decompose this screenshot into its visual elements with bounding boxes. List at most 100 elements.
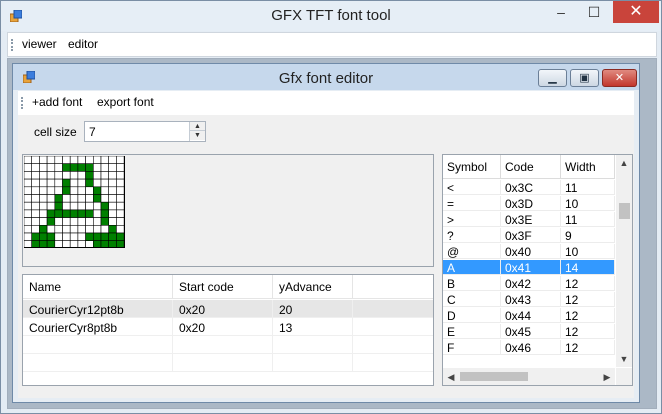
glyph-pixel-off[interactable]: [108, 156, 117, 164]
export-font-button[interactable]: export font: [97, 95, 154, 109]
glyph-pixel-off[interactable]: [100, 156, 109, 164]
glyph-pixel-off[interactable]: [69, 186, 79, 195]
glyph-pixel-off[interactable]: [77, 156, 86, 164]
glyph-pixel-off[interactable]: [54, 225, 63, 234]
glyph-pixel-off[interactable]: [24, 209, 32, 218]
glyph-pixel-off[interactable]: [39, 163, 48, 172]
glyph-pixel-off[interactable]: [77, 232, 86, 241]
glyph-pixel-off[interactable]: [46, 225, 56, 234]
glyph-pixel-off[interactable]: [100, 225, 109, 234]
glyph-pixel-off[interactable]: [85, 217, 94, 226]
glyph-pixel-off[interactable]: [24, 178, 32, 188]
glyph-pixel-off[interactable]: [46, 171, 56, 180]
glyph-pixel-off[interactable]: [24, 232, 32, 241]
glyph-pixel-off[interactable]: [31, 194, 40, 203]
glyph-pixel-off[interactable]: [116, 163, 124, 172]
glyph-pixel-off[interactable]: [39, 178, 48, 188]
cell-size-stepper[interactable]: 7 ▲ ▼: [84, 121, 206, 142]
glyph-pixel-off[interactable]: [85, 201, 94, 211]
glyph-pixel-off[interactable]: [77, 178, 86, 188]
glyph-pixel-off[interactable]: [69, 232, 79, 241]
glyph-pixel-off[interactable]: [62, 232, 71, 241]
glyph-pixel-off[interactable]: [46, 156, 56, 164]
glyph-pixel-off[interactable]: [116, 201, 124, 211]
glyph-pixel-on[interactable]: [100, 240, 109, 248]
glyph-pixel-off[interactable]: [69, 201, 79, 211]
glyph-pixel-on[interactable]: [100, 209, 109, 218]
glyph-pixel-off[interactable]: [62, 225, 71, 234]
editor-menu-grip-icon[interactable]: [21, 97, 23, 109]
glyph-pixel-off[interactable]: [24, 225, 32, 234]
close-button[interactable]: ✕: [613, 1, 659, 23]
scroll-right-icon[interactable]: ▶: [599, 369, 615, 385]
scroll-down-icon[interactable]: ▼: [616, 351, 632, 367]
glyph-pixel-off[interactable]: [39, 217, 48, 226]
glyph-pixel-on[interactable]: [39, 232, 48, 241]
glyph-pixel-off[interactable]: [31, 225, 40, 234]
glyph-pixel-off[interactable]: [116, 217, 124, 226]
glyph-pixel-off[interactable]: [54, 156, 63, 164]
vertical-scrollbar[interactable]: ▲ ▼: [616, 155, 632, 367]
glyph-pixel-on[interactable]: [54, 194, 63, 203]
symbol-row[interactable]: = 0x3D 10: [443, 196, 615, 211]
minimize-button[interactable]: –: [547, 1, 575, 23]
glyph-pixel-off[interactable]: [85, 186, 94, 195]
scroll-left-icon[interactable]: ◀: [443, 369, 459, 385]
glyph-pixel-off[interactable]: [100, 171, 109, 180]
glyph-pixel-off[interactable]: [39, 156, 48, 164]
glyph-pixel-off[interactable]: [39, 194, 48, 203]
editor-title-bar[interactable]: Gfx font editor ▁ ▣ ✕: [13, 64, 639, 90]
menu-item-editor[interactable]: editor: [68, 37, 98, 51]
glyph-pixel-off[interactable]: [39, 186, 48, 195]
glyph-pixel-on[interactable]: [31, 240, 40, 248]
glyph-pixel-on[interactable]: [62, 163, 71, 172]
glyph-pixel-off[interactable]: [24, 171, 32, 180]
glyph-pixel-off[interactable]: [31, 178, 40, 188]
glyph-pixel-off[interactable]: [108, 171, 117, 180]
glyph-pixel-on[interactable]: [100, 217, 109, 226]
glyph-pixel-on[interactable]: [108, 232, 117, 241]
glyph-pixel-off[interactable]: [39, 201, 48, 211]
editor-minimize-button[interactable]: ▁: [538, 69, 567, 87]
glyph-pixel-off[interactable]: [46, 194, 56, 203]
glyph-pixel-on[interactable]: [39, 240, 48, 248]
horizontal-scrollbar[interactable]: ◀ ▶: [443, 368, 615, 385]
glyph-pixel-off[interactable]: [39, 209, 48, 218]
glyph-pixel-off[interactable]: [69, 194, 79, 203]
glyph-pixel-off[interactable]: [54, 240, 63, 248]
glyph-pixel-off[interactable]: [77, 217, 86, 226]
glyph-pixel-off[interactable]: [69, 156, 79, 164]
glyph-pixel-off[interactable]: [24, 201, 32, 211]
glyph-pixel-off[interactable]: [116, 225, 124, 234]
glyph-pixel-off[interactable]: [24, 240, 32, 248]
glyph-pixel-on[interactable]: [93, 240, 102, 248]
glyph-pixel-on[interactable]: [54, 209, 63, 218]
glyph-pixel-off[interactable]: [31, 217, 40, 226]
glyph-pixel-off[interactable]: [85, 240, 94, 248]
symbol-row[interactable]: A 0x41 14: [443, 260, 615, 275]
glyph-pixel-off[interactable]: [62, 201, 71, 211]
glyph-pixel-on[interactable]: [54, 201, 63, 211]
main-title-bar[interactable]: GFX TFT font tool – ☐ ✕: [1, 1, 661, 31]
symbol-row[interactable]: E 0x45 12: [443, 324, 615, 339]
glyph-pixel-on[interactable]: [69, 209, 79, 218]
glyph-pixel-off[interactable]: [100, 163, 109, 172]
glyph-pixel-off[interactable]: [108, 217, 117, 226]
glyph-pixel-off[interactable]: [116, 186, 124, 195]
column-header-name[interactable]: Name: [23, 275, 173, 299]
glyph-pixel-off[interactable]: [46, 163, 56, 172]
glyph-pixel-off[interactable]: [54, 186, 63, 195]
symbol-row[interactable]: B 0x42 12: [443, 276, 615, 291]
glyph-pixel-off[interactable]: [85, 225, 94, 234]
stepper-up-icon[interactable]: ▲: [190, 122, 205, 131]
glyph-pixel-on[interactable]: [108, 225, 117, 234]
cell-size-value[interactable]: 7: [89, 125, 96, 139]
glyph-pixel-off[interactable]: [100, 178, 109, 188]
symbol-row[interactable]: <0x3C 11: [443, 180, 615, 195]
glyph-pixel-off[interactable]: [62, 240, 71, 248]
glyph-pixel-off[interactable]: [93, 217, 102, 226]
glyph-pixel-on[interactable]: [100, 201, 109, 211]
glyph-pixel-off[interactable]: [108, 201, 117, 211]
glyph-pixel-on[interactable]: [62, 186, 71, 195]
symbol-row[interactable]: C 0x43 12: [443, 292, 615, 307]
